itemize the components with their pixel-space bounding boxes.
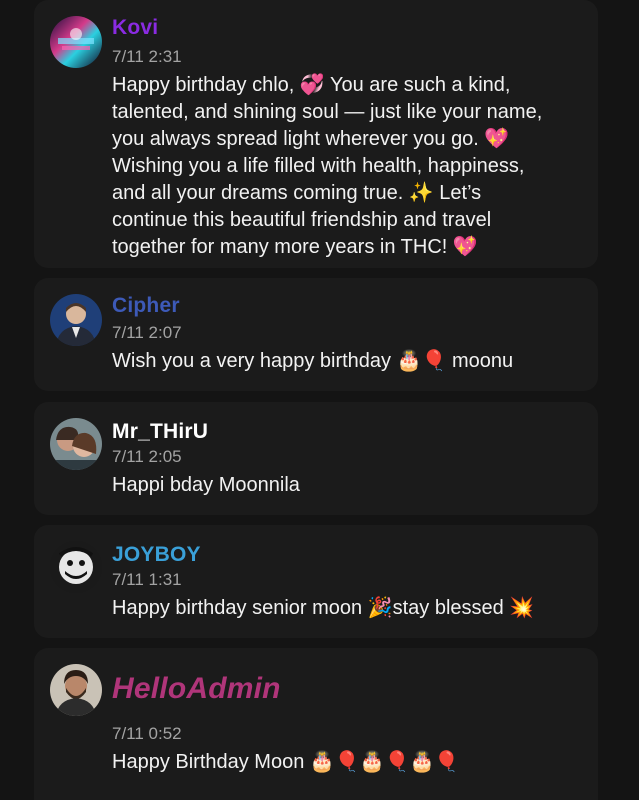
author-name[interactable]: JOYBOY bbox=[112, 543, 201, 567]
message-text: Happy birthday senior moon 🎉stay blessed… bbox=[112, 597, 535, 619]
message-text: Happy Birthday Moon 🎂🎈🎂🎈🎂🎈 bbox=[112, 751, 460, 773]
message-feed: Kovi 7/11 2:31 Happy birthday chlo, 💞 Yo… bbox=[0, 0, 639, 800]
message-timestamp: 7/11 2:05 bbox=[112, 447, 182, 466]
message-card: Cipher 7/11 2:07 Wish you a very happy b… bbox=[34, 278, 598, 391]
author-name[interactable]: Cipher bbox=[112, 294, 180, 318]
message-card: HelloAdmin 7/11 0:52 Happy Birthday Moon… bbox=[34, 648, 598, 800]
couple-photo-avatar-icon[interactable] bbox=[50, 418, 102, 470]
message-text: Happy birthday chlo, 💞 You are such a ki… bbox=[112, 74, 543, 258]
message-timestamp: 7/11 2:07 bbox=[112, 323, 182, 342]
man-in-suit-avatar-icon[interactable] bbox=[50, 294, 102, 346]
grinning-character-avatar-icon[interactable] bbox=[50, 541, 102, 593]
message-text: Wish you a very happy birthday 🎂🎈 moonu bbox=[112, 350, 514, 372]
author-name[interactable]: Kovi bbox=[112, 16, 158, 40]
bearded-man-avatar-icon[interactable] bbox=[50, 664, 102, 716]
message-card: Kovi 7/11 2:31 Happy birthday chlo, 💞 Yo… bbox=[34, 0, 598, 268]
message-timestamp: 7/11 0:52 bbox=[112, 724, 182, 743]
author-name[interactable]: HelloAdmin bbox=[112, 672, 281, 706]
message-card: Mr_THirU 7/11 2:05 Happi bday Moonnila bbox=[34, 402, 598, 515]
message-timestamp: 7/11 2:31 bbox=[112, 47, 182, 66]
author-name[interactable]: Mr_THirU bbox=[112, 420, 208, 444]
message-timestamp: 7/11 1:31 bbox=[112, 570, 182, 589]
neon-art-avatar-icon[interactable] bbox=[50, 16, 102, 68]
message-text: Happi bday Moonnila bbox=[112, 474, 300, 496]
message-card: JOYBOY 7/11 1:31 Happy birthday senior m… bbox=[34, 525, 598, 638]
